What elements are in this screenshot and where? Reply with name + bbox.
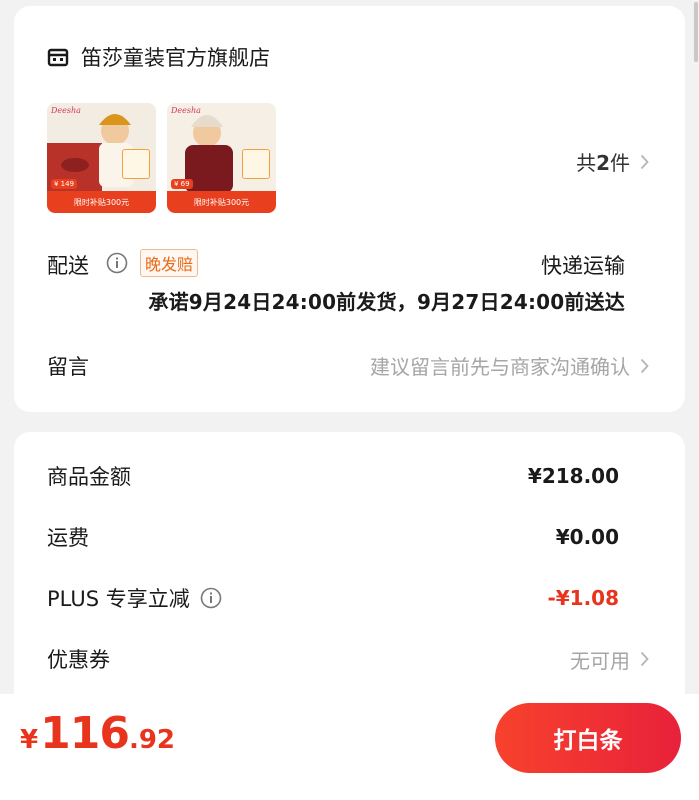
message-field[interactable]: 建议留言前先与商家沟通确认 [370, 351, 649, 380]
goods-amount-value: ¥218.00 [527, 464, 619, 488]
coupon-value-group: 无可用 [570, 645, 649, 674]
item-count-prefix: 共 [576, 151, 597, 175]
freight-value: ¥0.00 [555, 525, 619, 549]
price-summary-card: 商品金额 ¥218.00 运费 ¥0.00 PLUS 专享立减 -¥1.08 优… [14, 432, 685, 732]
message-placeholder: 建议留言前先与商家沟通确认 [370, 355, 630, 379]
item-count-suffix: 件 [610, 151, 630, 175]
product-banner-1: 限时补贴300元 [47, 191, 156, 213]
shipping-promise: 承诺9月24日24:00前发货，9月27日24:00前送达 [148, 290, 625, 314]
plus-discount-label-group: PLUS 专享立减 [47, 583, 222, 613]
message-label: 留言 [47, 355, 89, 379]
item-count-text: 共2件 [576, 147, 630, 176]
shipping-label: 配送 [47, 254, 89, 278]
item-count-number: 2 [596, 151, 610, 175]
promo-badge-1 [122, 149, 150, 179]
checkout-bar: ¥ 116 .92 打白条 [0, 694, 699, 800]
plus-discount-label: PLUS 专享立减 [47, 587, 190, 611]
product-banner-2: 限时补贴300元 [167, 191, 276, 213]
freight-label: 运费 [47, 526, 89, 550]
order-shop-card: 笛莎童装官方旗舰店 Deesha ¥ 149 限时补贴300元 Deesha ¥… [14, 6, 685, 412]
coupon-label: 优惠券 [47, 648, 110, 672]
late-compensation-badge: 晚发赔 [140, 249, 199, 277]
info-icon[interactable] [200, 587, 222, 609]
goods-amount-row: 商品金额 ¥218.00 [47, 461, 619, 491]
info-icon[interactable] [106, 252, 128, 274]
total-price-integer: 116 [40, 708, 130, 759]
scrollbar[interactable] [694, 2, 698, 62]
coupon-value: 无可用 [570, 648, 630, 673]
product-thumbnails[interactable]: Deesha ¥ 149 限时补贴300元 Deesha ¥ 69 限时补贴30… [47, 103, 276, 213]
freight-row: 运费 ¥0.00 [47, 522, 619, 552]
product-thumb-2[interactable]: Deesha ¥ 69 限时补贴300元 [167, 103, 276, 213]
product-price-tag-1: ¥ 149 [51, 179, 78, 189]
goods-amount-label: 商品金额 [47, 465, 131, 489]
plus-discount-value: -¥1.08 [547, 586, 619, 610]
chevron-right-icon [640, 651, 649, 667]
chevron-right-icon [640, 358, 649, 374]
pay-button[interactable]: 打白条 [495, 703, 681, 773]
shipping-method: 快递运输 [541, 254, 625, 278]
total-price: ¥ 116 .92 [20, 708, 175, 759]
item-count[interactable]: 共2件 [576, 147, 649, 176]
product-price-tag-2: ¥ 69 [171, 179, 193, 189]
plus-discount-row: PLUS 专享立减 -¥1.08 [47, 583, 619, 613]
total-price-decimal: .92 [128, 725, 176, 755]
coupon-row[interactable]: 优惠券 无可用 [47, 644, 649, 674]
store-icon [47, 47, 69, 67]
product-brand-2: Deesha [171, 106, 201, 115]
shop-name: 笛莎童装官方旗舰店 [81, 46, 270, 70]
product-thumb-1[interactable]: Deesha ¥ 149 限时补贴300元 [47, 103, 156, 213]
currency-symbol: ¥ [20, 725, 39, 755]
shop-header[interactable]: 笛莎童装官方旗舰店 [47, 42, 270, 72]
chevron-right-icon [640, 154, 649, 170]
promo-badge-2 [242, 149, 270, 179]
product-brand-1: Deesha [51, 106, 81, 115]
